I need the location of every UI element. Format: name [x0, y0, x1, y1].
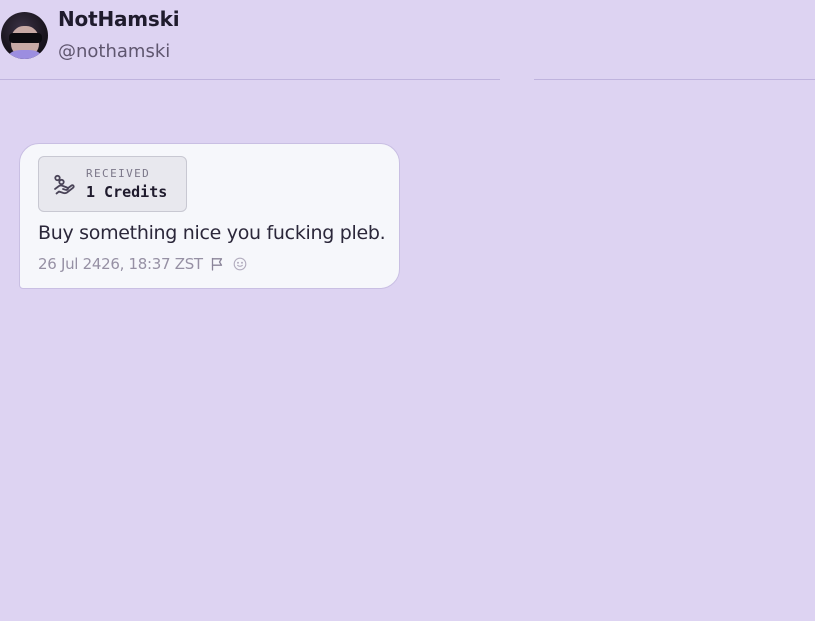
message-timestamp: 26 Jul 2426, 18:37 ZST	[38, 255, 203, 273]
message-meta: 26 Jul 2426, 18:37 ZST	[38, 255, 247, 273]
display-name[interactable]: NotHamski	[58, 7, 180, 31]
message-bubble: RECEIVED 1 Credits Buy something nice yo…	[19, 143, 400, 289]
credit-label: RECEIVED	[86, 167, 151, 180]
avatar-glasses	[9, 33, 42, 43]
avatar-shirt	[9, 50, 41, 59]
credit-transfer-badge: RECEIVED 1 Credits	[38, 156, 187, 212]
smile-icon[interactable]	[233, 257, 247, 271]
hand-coins-icon	[52, 173, 76, 197]
message-text: Buy something nice you fucking pleb.	[38, 222, 386, 244]
profile-header: NotHamski @nothamski	[0, 0, 815, 80]
user-handle[interactable]: @nothamski	[58, 41, 170, 62]
flag-icon[interactable]	[210, 257, 224, 271]
avatar[interactable]	[1, 12, 48, 59]
credit-amount: 1 Credits	[86, 183, 168, 201]
header-divider-gap	[500, 78, 534, 81]
